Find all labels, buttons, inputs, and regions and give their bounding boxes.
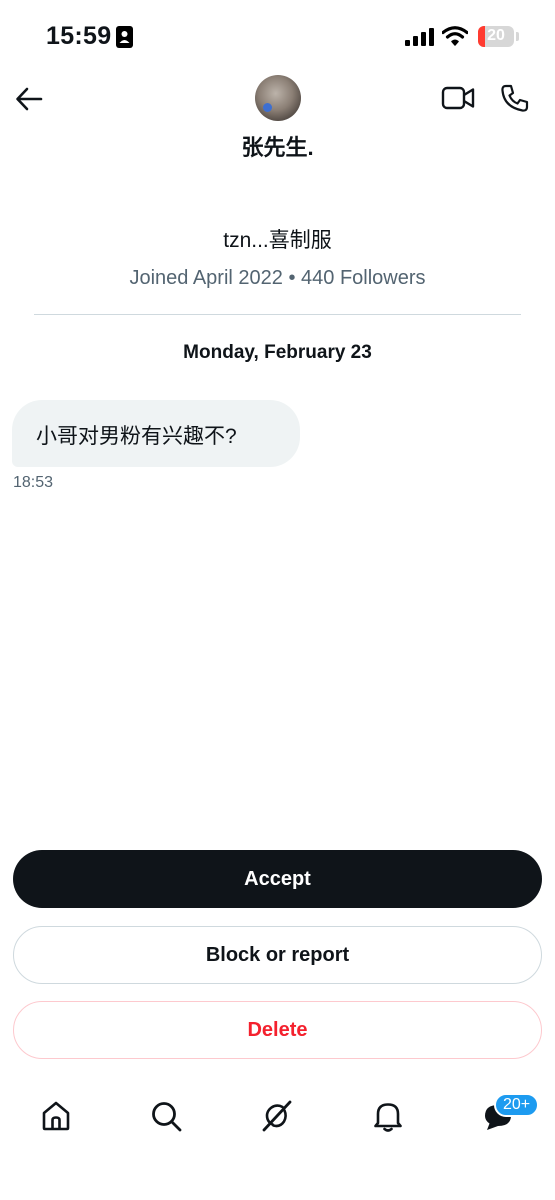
tab-search[interactable] (148, 1098, 184, 1134)
home-icon (42, 1101, 70, 1131)
profile-meta: Joined April 2022 • 440 Followers (129, 267, 426, 289)
wifi-icon (442, 26, 468, 46)
id-card-icon (116, 26, 133, 48)
cellular-signal-icon (405, 28, 434, 46)
bell-icon (374, 1103, 402, 1132)
search-icon (152, 1102, 182, 1132)
grok-icon (262, 1100, 292, 1132)
tab-grok[interactable] (259, 1098, 295, 1134)
back-arrow-icon[interactable] (14, 84, 44, 114)
avatar-detail (263, 103, 272, 112)
battery-level-text: 20 (487, 27, 505, 44)
phone-call-icon[interactable] (500, 83, 530, 113)
battery-indicator: 20 (478, 26, 514, 47)
tab-notifications[interactable] (370, 1098, 406, 1134)
message-text: 小哥对男粉有兴趣不? (36, 425, 237, 448)
profile-bio: tzn...喜制服 (223, 229, 332, 252)
block-or-report-button[interactable]: Block or report (13, 926, 542, 984)
accept-button[interactable]: Accept (13, 850, 542, 908)
dm-request-screen: 15:59 20 张先生. tzn...喜制服 Joined April 202… (0, 0, 555, 1200)
date-separator: Monday, February 23 (183, 342, 372, 363)
bottom-tab-bar (0, 1080, 555, 1170)
status-time: 15:59 (46, 22, 112, 50)
message-timestamp: 18:53 (13, 474, 54, 491)
tab-home[interactable] (38, 1098, 74, 1134)
status-bar: 15:59 20 (0, 0, 555, 70)
avatar[interactable] (255, 75, 301, 121)
messages-badge: 20+ (494, 1093, 540, 1117)
battery-cap (516, 32, 519, 41)
contact-name[interactable]: 张先生. (0, 130, 555, 162)
delete-button[interactable]: Delete (13, 1001, 542, 1059)
video-call-icon[interactable] (441, 84, 475, 112)
divider (34, 314, 521, 315)
message-bubble[interactable]: 小哥对男粉有兴趣不? (12, 400, 300, 467)
